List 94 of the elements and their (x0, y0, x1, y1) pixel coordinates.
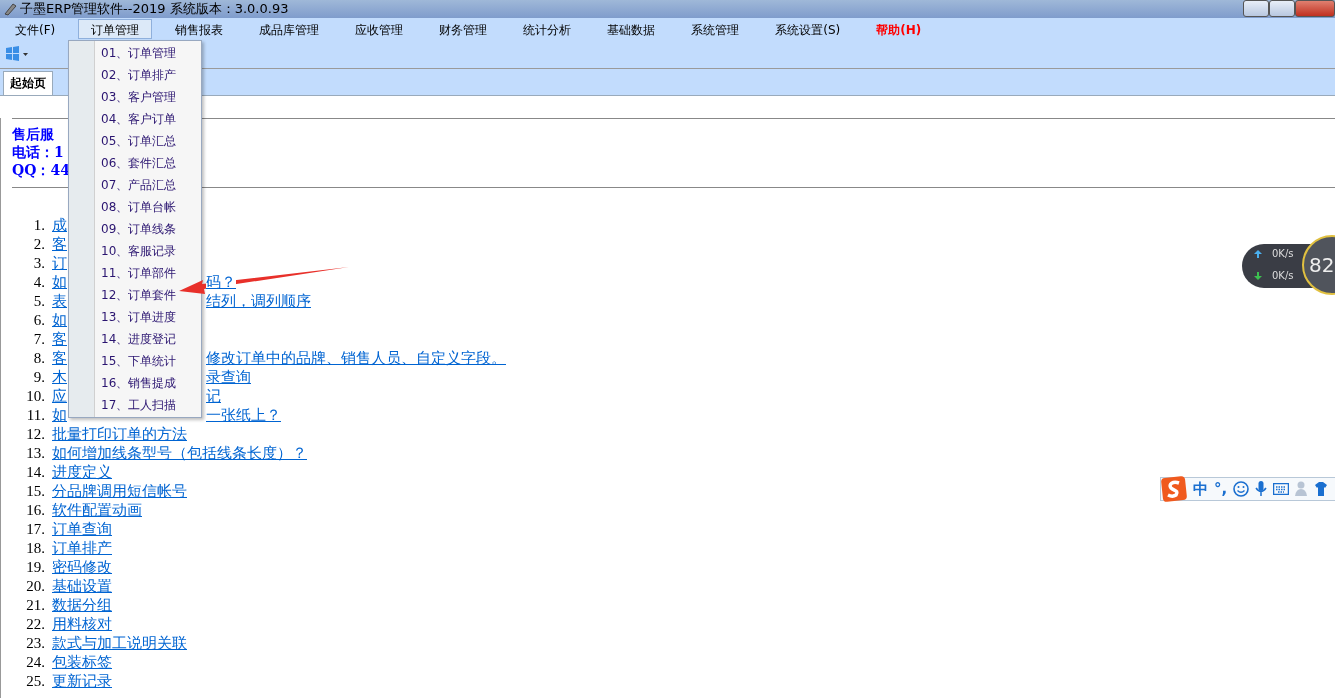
list-number: 14. (25, 463, 46, 482)
help-link[interactable]: 更新记录 (52, 672, 112, 691)
list-number: 4. (32, 273, 46, 292)
menu-item[interactable]: 系统管理 (678, 19, 753, 39)
menu-option[interactable]: 03、客户管理 (69, 86, 177, 108)
contact-text: 售后服 (12, 125, 54, 143)
menu-option[interactable]: 06、套件汇总 (69, 152, 177, 174)
menu-option[interactable]: 16、销售提成 (69, 372, 177, 394)
menu-option[interactable]: 04、客户订单 (69, 108, 177, 130)
help-link[interactable]: 一张纸上？ (206, 406, 281, 425)
list-number: 16. (25, 501, 46, 520)
menu-option[interactable]: 08、订单台帐 (69, 196, 177, 218)
list-number: 6. (32, 311, 46, 330)
help-link[interactable]: 分品牌调用短信帐号 (52, 482, 187, 501)
menu-option[interactable]: 17、工人扫描 (69, 394, 177, 416)
help-link[interactable]: 密码修改 (52, 558, 112, 577)
list-number: 15. (25, 482, 46, 501)
menu-option[interactable]: 09、订单线条 (69, 218, 177, 240)
help-link[interactable]: 款式与加工说明关联 (52, 634, 187, 653)
input-mode[interactable]: 中 (1193, 479, 1208, 499)
help-link[interactable]: 包装标签 (52, 653, 112, 672)
help-link[interactable]: 用料核对 (52, 615, 112, 634)
help-link[interactable]: 批量打印订单的方法 (52, 425, 187, 444)
help-link[interactable]: 软件配置动画 (52, 501, 142, 520)
help-link[interactable]: 进度定义 (52, 463, 112, 482)
menu-item[interactable]: 基础数据 (594, 19, 669, 39)
list-number: 13. (25, 444, 46, 463)
list-number: 20. (25, 577, 46, 596)
list-number: 10. (25, 387, 46, 406)
minimize-button[interactable] (1243, 0, 1269, 17)
list-number: 17. (25, 520, 46, 539)
menu-option[interactable]: 12、订单套件 (69, 284, 177, 306)
menu-option[interactable]: 11、订单部件 (69, 262, 177, 284)
window-title: 子墨ERP管理软件--2019 系统版本：3.0.0.93 (20, 0, 289, 18)
ime-logo-icon[interactable] (1161, 476, 1187, 502)
close-button[interactable] (1295, 0, 1335, 17)
contact-text: QQ：44 (12, 161, 70, 179)
menu-option[interactable]: 01、订单管理 (69, 42, 177, 64)
shirt-icon[interactable] (1315, 482, 1328, 496)
list-number: 12. (25, 425, 46, 444)
maximize-button[interactable] (1269, 0, 1295, 17)
windows-logo-icon[interactable] (4, 45, 30, 63)
gauge-reading: 82 (1302, 235, 1335, 295)
help-link[interactable]: 如何增加线条型号（包括线条长度）？ (52, 444, 307, 463)
menu-option[interactable]: 07、产品汇总 (69, 174, 177, 196)
list-number: 18. (25, 539, 46, 558)
list-number: 5. (32, 292, 46, 311)
help-link[interactable]: 码？ (206, 273, 236, 292)
list-number: 23. (25, 634, 46, 653)
list-number: 24. (25, 653, 46, 672)
menu-option[interactable]: 14、进度登记 (69, 328, 177, 350)
menu-item[interactable]: 财务管理 (426, 19, 501, 39)
menu-option[interactable]: 13、订单进度 (69, 306, 177, 328)
help-link[interactable]: 基础设置 (52, 577, 112, 596)
menu-item[interactable]: 销售报表 (162, 19, 237, 39)
download-speed: 0K/s (1272, 270, 1294, 281)
upload-arrow-icon (1254, 250, 1262, 258)
help-link[interactable]: 记 (206, 387, 221, 406)
list-number: 3. (32, 254, 46, 273)
help-link[interactable]: 订单排产 (52, 539, 112, 558)
list-number: 9. (32, 368, 46, 387)
tab[interactable]: 起始页 (3, 71, 53, 95)
download-arrow-icon (1254, 272, 1262, 280)
list-number: 21. (25, 596, 46, 615)
contact-text: 电话：1 (12, 143, 64, 161)
help-link[interactable]: 录查询 (206, 368, 251, 387)
keyboard-icon[interactable] (1273, 483, 1290, 495)
menu-option[interactable]: 10、客服记录 (69, 240, 177, 262)
list-number: 8. (32, 349, 46, 368)
help-link[interactable]: 订单查询 (52, 520, 112, 539)
list-number: 19. (25, 558, 46, 577)
help-link[interactable]: 结列，调列顺序 (206, 292, 311, 311)
microphone-icon[interactable] (1255, 481, 1268, 497)
list-number: 22. (25, 615, 46, 634)
list-number: 1. (32, 216, 46, 235)
list-number: 11. (25, 406, 46, 425)
menu-option[interactable]: 15、下单统计 (69, 350, 177, 372)
list-number: 25. (25, 672, 46, 691)
menu-item[interactable]: 文件(F) (2, 19, 69, 39)
menu-option[interactable]: 02、订单排产 (69, 64, 177, 86)
menu-option[interactable]: 05、订单汇总 (69, 130, 177, 152)
upload-speed: 0K/s (1272, 248, 1294, 259)
help-link[interactable]: 修改订单中的品牌、销售人员、自定义字段。 (206, 349, 506, 368)
punctuation-mode[interactable]: °, (1214, 480, 1228, 498)
menu-item[interactable]: 成品库管理 (246, 19, 333, 39)
menu-item[interactable]: 统计分析 (510, 19, 585, 39)
menu-item[interactable]: 系统设置(S) (762, 19, 854, 39)
smiley-icon[interactable] (1233, 481, 1250, 497)
menu-item[interactable]: 订单管理 (78, 19, 153, 39)
list-number: 7. (32, 330, 46, 349)
app-icon (3, 2, 17, 16)
help-link[interactable]: 数据分组 (52, 596, 112, 615)
list-number: 2. (32, 235, 46, 254)
menu-item[interactable]: 应收管理 (342, 19, 417, 39)
